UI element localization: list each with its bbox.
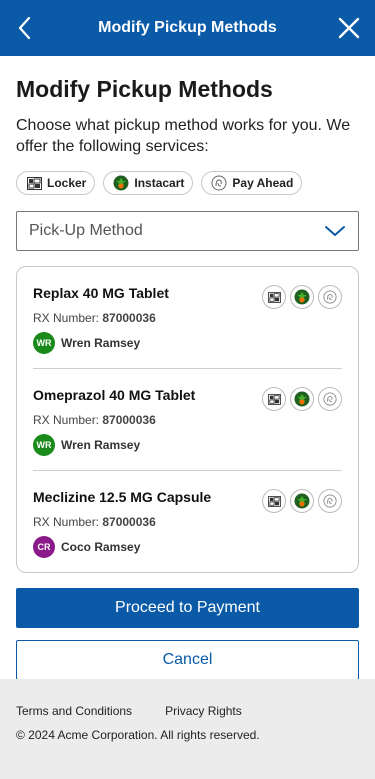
locker-icon xyxy=(26,175,42,191)
proceed-to-payment-button[interactable]: Proceed to Payment xyxy=(16,588,359,628)
app-header: Modify Pickup Methods xyxy=(0,0,375,56)
pickup-options xyxy=(262,489,342,513)
pickup-options xyxy=(262,387,342,411)
rx-number-label: RX Number: xyxy=(33,413,103,427)
locker-icon xyxy=(267,495,281,507)
footer: Terms and Conditions Privacy Rights © 20… xyxy=(0,679,375,779)
locker-option[interactable] xyxy=(262,285,286,309)
chevron-left-icon xyxy=(18,16,31,40)
service-chip-locker: Locker xyxy=(16,171,96,195)
chevron-down-icon xyxy=(325,226,345,236)
pickup-method-select[interactable]: Pick-Up Method xyxy=(16,211,359,251)
header-title: Modify Pickup Methods xyxy=(98,19,277,36)
rx-number: RX Number: 87000036 xyxy=(33,515,342,529)
footer-links: Terms and Conditions Privacy Rights xyxy=(16,704,359,718)
cancel-button[interactable]: Cancel xyxy=(16,640,359,680)
service-chip-instacart: Instacart xyxy=(103,171,194,195)
locker-option[interactable] xyxy=(262,489,286,513)
locker-option[interactable] xyxy=(262,387,286,411)
page-title: Modify Pickup Methods xyxy=(16,76,273,102)
service-chip-pay-ahead: Pay Ahead xyxy=(201,171,303,195)
pay-ahead-icon xyxy=(323,494,337,508)
intro-text: Choose what pickup method works for you.… xyxy=(16,117,351,155)
instacart-icon xyxy=(113,175,129,191)
avatar: CR xyxy=(33,536,55,558)
locker-icon xyxy=(267,291,281,303)
prescription-item: Replax 40 MG Tablet RX Number: 87000036 … xyxy=(33,267,342,368)
prescription-item: Meclizine 12.5 MG Capsule RX Number: 870… xyxy=(33,470,342,572)
pay-ahead-icon xyxy=(323,392,337,406)
pay-ahead-option[interactable] xyxy=(318,489,342,513)
locker-icon xyxy=(267,393,281,405)
service-chip-label: Instacart xyxy=(134,176,185,190)
rx-number: RX Number: 87000036 xyxy=(33,413,342,427)
main-content: Modify Pickup Methods Choose what pickup… xyxy=(0,76,375,680)
instacart-icon xyxy=(294,493,310,509)
avatar: WR xyxy=(33,332,55,354)
rx-number-value: 87000036 xyxy=(102,413,156,427)
rx-number-value: 87000036 xyxy=(102,311,156,325)
copyright: © 2024 Acme Corporation. All rights rese… xyxy=(16,728,260,742)
rx-number-value: 87000036 xyxy=(102,515,156,529)
pickup-method-placeholder: Pick-Up Method xyxy=(29,222,143,239)
patient: WR Wren Ramsey xyxy=(33,434,342,456)
pay-ahead-icon xyxy=(211,175,227,191)
pickup-options xyxy=(262,285,342,309)
service-chips: Locker Instacart Pay Ahead xyxy=(16,171,359,195)
terms-link[interactable]: Terms and Conditions xyxy=(16,704,132,718)
instacart-icon xyxy=(294,391,310,407)
rx-number-label: RX Number: xyxy=(33,311,103,325)
service-chip-label: Pay Ahead xyxy=(232,176,294,190)
service-chip-label: Locker xyxy=(47,176,87,190)
avatar: WR xyxy=(33,434,55,456)
instacart-option[interactable] xyxy=(290,387,314,411)
pay-ahead-option[interactable] xyxy=(318,387,342,411)
patient-name: Wren Ramsey xyxy=(61,336,141,350)
instacart-option[interactable] xyxy=(290,285,314,309)
close-button[interactable] xyxy=(333,12,365,44)
instacart-icon xyxy=(294,289,310,305)
patient-name: Wren Ramsey xyxy=(61,438,141,452)
rx-number-label: RX Number: xyxy=(33,515,103,529)
close-icon xyxy=(338,17,360,39)
patient: WR Wren Ramsey xyxy=(33,332,342,354)
patient-name: Coco Ramsey xyxy=(61,540,141,554)
pay-ahead-icon xyxy=(323,290,337,304)
privacy-link[interactable]: Privacy Rights xyxy=(165,704,242,718)
back-button[interactable] xyxy=(10,12,38,44)
prescription-item: Omeprazol 40 MG Tablet RX Number: 870000… xyxy=(33,368,342,470)
instacart-option[interactable] xyxy=(290,489,314,513)
rx-number: RX Number: 87000036 xyxy=(33,311,342,325)
pay-ahead-option[interactable] xyxy=(318,285,342,309)
patient: CR Coco Ramsey xyxy=(33,536,342,558)
prescriptions-card: Replax 40 MG Tablet RX Number: 87000036 … xyxy=(16,266,359,573)
